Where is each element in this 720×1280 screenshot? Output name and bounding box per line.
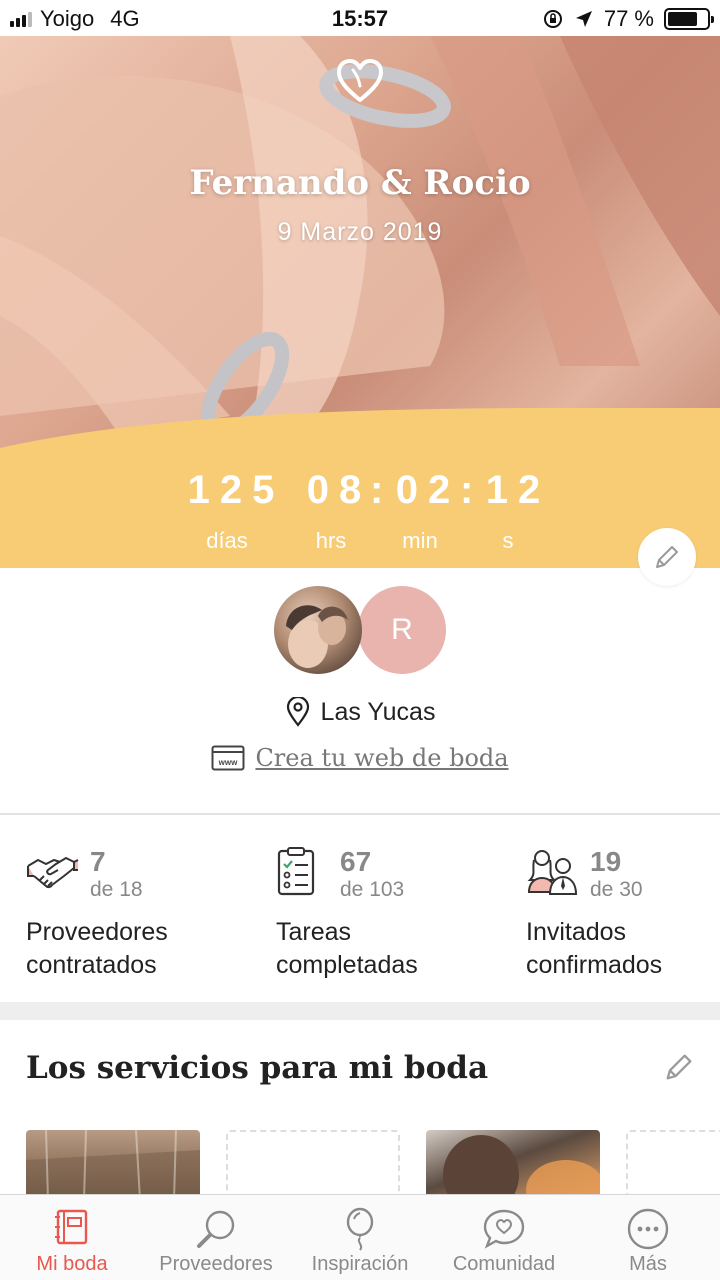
- edit-wedding-button[interactable]: [638, 528, 696, 586]
- partner-avatar[interactable]: R: [358, 586, 446, 674]
- tab-proveedores[interactable]: Proveedores: [144, 1195, 288, 1280]
- tab-label: Inspiración: [311, 1253, 409, 1275]
- countdown-hours: 08: [306, 468, 372, 512]
- tab-inspiracion[interactable]: Inspiración: [288, 1195, 432, 1280]
- section-separator: [0, 1002, 720, 1020]
- service-card-empty[interactable]: [626, 1130, 720, 1200]
- countdown-days-label: días: [206, 528, 248, 553]
- tab-mi-boda[interactable]: Mi boda: [0, 1195, 144, 1280]
- service-card[interactable]: [426, 1130, 600, 1200]
- location-name: Las Yucas: [320, 697, 436, 726]
- countdown-seconds: 12: [485, 468, 551, 512]
- vendors-count: 7: [90, 846, 106, 877]
- tab-label: Proveedores: [159, 1253, 273, 1275]
- vendors-label-line2: contratados: [26, 951, 157, 979]
- web-link-label: Crea tu web de boda: [255, 744, 509, 772]
- notebook-icon: [55, 1209, 88, 1245]
- network-type: 4G: [110, 6, 140, 31]
- guests-label-line1: Invitados: [526, 918, 627, 946]
- couple-names: Fernando & Rocio: [189, 163, 531, 203]
- status-left: Yoigo 4G: [10, 6, 140, 32]
- carrier-name: Yoigo: [40, 6, 95, 31]
- tab-label: Más: [629, 1253, 667, 1275]
- tasks-label: Tareas completadas: [276, 916, 506, 982]
- tab-bar: Mi boda Proveedores Inspiración Comunida…: [0, 1194, 720, 1280]
- wedding-date: 9 Marzo 2019: [277, 218, 443, 246]
- guests-count: 19: [590, 846, 622, 877]
- vendors-total: de 18: [90, 878, 143, 901]
- location-arrow-icon: [575, 11, 592, 27]
- search-icon: [197, 1210, 235, 1248]
- countdown-seconds-label: s: [502, 528, 514, 553]
- create-wedding-web-link[interactable]: www Crea tu web de boda: [0, 744, 720, 772]
- checklist-icon: [277, 847, 315, 896]
- tasks-label-line2: completadas: [276, 951, 418, 979]
- chat-heart-icon: [483, 1209, 525, 1249]
- status-bar: Yoigo 4G 15:57 77 %: [0, 0, 720, 36]
- countdown-separator: :: [370, 468, 384, 512]
- guests-label-line2: confirmados: [526, 951, 663, 979]
- section-divider: [0, 813, 720, 815]
- battery-icon: [664, 8, 714, 30]
- tab-mas[interactable]: Más: [576, 1195, 720, 1280]
- pencil-icon: [656, 546, 678, 568]
- balloon-icon: [346, 1207, 374, 1251]
- heart-logo-icon: [337, 59, 383, 102]
- signal-icon: [10, 11, 32, 27]
- more-icon: [627, 1208, 669, 1250]
- edit-services-button[interactable]: [662, 1050, 696, 1084]
- countdown-hours-label: hrs: [315, 528, 347, 553]
- tasks-count: 67: [340, 846, 372, 877]
- battery-percent: 77 %: [603, 6, 654, 31]
- tasks-label-line1: Tareas: [276, 918, 352, 946]
- countdown: 125 08 : 02 : 12 días hrs min s: [0, 464, 720, 564]
- location-pin-icon: [286, 697, 309, 727]
- wedding-location[interactable]: Las Yucas: [0, 697, 720, 727]
- guests-total: de 30: [590, 878, 643, 901]
- vendors-label: Proveedores contratados: [26, 916, 256, 982]
- pencil-icon: [666, 1054, 692, 1080]
- tasks-total: de 103: [340, 878, 405, 901]
- services-title: Los servicios para mi boda: [26, 1050, 489, 1086]
- service-card-empty[interactable]: [226, 1130, 400, 1200]
- website-icon: www: [211, 745, 245, 771]
- tab-comunidad[interactable]: Comunidad: [432, 1195, 576, 1280]
- hero-header: Fernando & Rocio 9 Marzo 2019 125 08 : 0…: [0, 36, 720, 568]
- handshake-icon: [27, 856, 79, 889]
- guests-icon: [527, 850, 578, 895]
- guests-label: Invitados confirmados: [526, 916, 720, 982]
- countdown-minutes-label: min: [402, 528, 438, 553]
- svg-text:www: www: [218, 758, 238, 767]
- avatar[interactable]: [274, 586, 362, 674]
- status-right: 77 %: [542, 6, 714, 32]
- tab-label: Comunidad: [452, 1253, 556, 1275]
- countdown-minutes: 02: [395, 468, 461, 512]
- battery-fill: [668, 12, 698, 26]
- countdown-separator: :: [460, 468, 474, 512]
- countdown-days: 125: [187, 468, 285, 512]
- vendors-label-line1: Proveedores: [26, 918, 168, 946]
- tab-label: Mi boda: [36, 1253, 108, 1275]
- service-card[interactable]: [26, 1130, 200, 1200]
- rotation-lock-icon: [543, 10, 562, 28]
- partner-initial: R: [391, 613, 413, 646]
